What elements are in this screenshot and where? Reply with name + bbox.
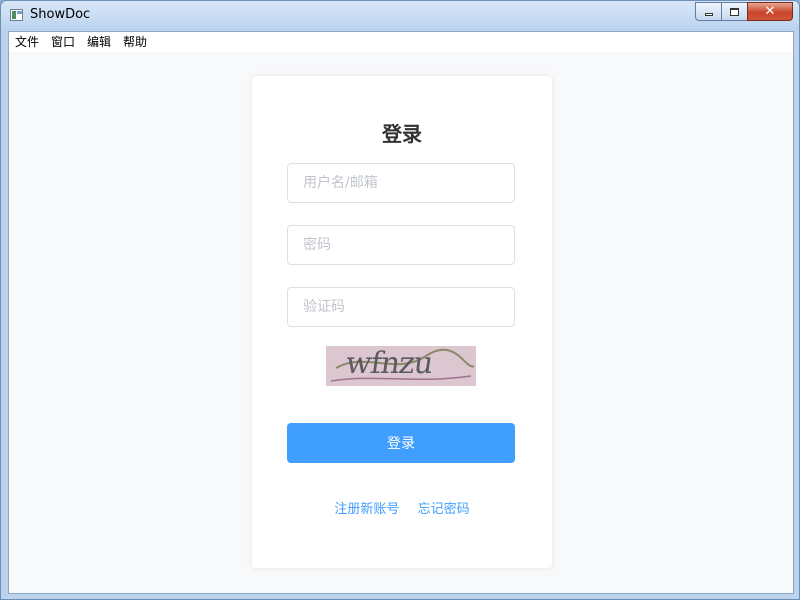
menu-bar: 文件 窗口 编辑 帮助: [9, 32, 793, 52]
minimize-icon: [704, 12, 713, 16]
window-controls: ✕: [695, 2, 793, 21]
app-window: ShowDoc ✕ 文件 窗口 编辑 帮助 登录 用户名/邮箱 验证码 wfnz…: [0, 0, 800, 600]
menu-item-file[interactable]: 文件: [9, 32, 45, 52]
menu-item-edit[interactable]: 编辑: [81, 32, 117, 52]
captcha-image[interactable]: wfnzu: [326, 346, 476, 386]
close-icon: ✕: [764, 4, 776, 19]
login-button[interactable]: 登录: [287, 423, 515, 463]
register-link[interactable]: 注册新账号: [334, 502, 399, 517]
minimize-button[interactable]: [695, 2, 721, 21]
maximize-button[interactable]: [721, 2, 747, 21]
username-input[interactable]: [287, 163, 515, 203]
auth-links: 注册新账号 忘记密码: [252, 498, 552, 517]
captcha-input[interactable]: [287, 287, 515, 327]
window-title: ShowDoc: [30, 7, 91, 22]
client-area: 文件 窗口 编辑 帮助 登录 wfnzu 登录 注册新账号 忘记密码: [8, 31, 794, 594]
login-card: 登录 wfnzu 登录 注册新账号 忘记密码: [252, 76, 552, 568]
password-input[interactable]: [287, 225, 515, 265]
close-button[interactable]: ✕: [747, 2, 793, 21]
captcha-text: wfnzu: [343, 346, 435, 381]
menu-item-window[interactable]: 窗口: [45, 32, 81, 52]
forgot-password-link[interactable]: 忘记密码: [418, 502, 470, 517]
menu-item-help[interactable]: 帮助: [117, 32, 153, 52]
title-bar[interactable]: ShowDoc ✕: [1, 1, 799, 30]
login-title: 登录: [382, 122, 422, 146]
maximize-icon: [730, 7, 739, 16]
app-icon: [10, 9, 23, 21]
